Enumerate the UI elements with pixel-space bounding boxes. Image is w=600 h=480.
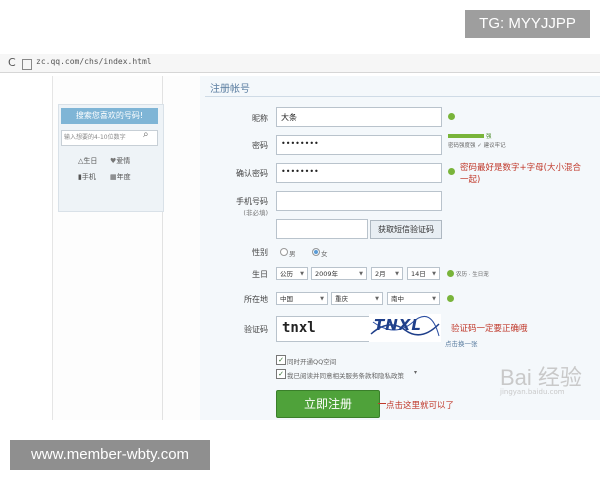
- filter-phone[interactable]: ▮手机: [78, 172, 96, 182]
- chevron-down-icon: ▼: [359, 271, 363, 277]
- agree-terms-label: 我已阅读并同意相关服务条款和隐私政策: [287, 372, 404, 380]
- page-icon: [22, 59, 32, 70]
- location-label: 所在地: [244, 295, 268, 304]
- filter-love[interactable]: ♥爱情: [110, 156, 130, 166]
- password-value: ••••••••: [281, 139, 319, 148]
- chevron-down-icon: ▼: [300, 271, 304, 277]
- gender-female-label: 女: [321, 250, 328, 258]
- filter-label: 年度: [116, 173, 131, 181]
- agree-terms-checkbox[interactable]: ✓: [276, 369, 286, 379]
- register-tip-annotation: 点击这里就可以了: [386, 401, 455, 411]
- chevron-down-icon: ▼: [432, 296, 436, 302]
- qzone-checkbox[interactable]: ✓: [276, 355, 286, 365]
- chevron-down-icon: ▼: [395, 271, 399, 277]
- website-watermark-label: www.member-wbty.com: [10, 440, 210, 470]
- get-sms-code-button[interactable]: 获取短信验证码: [370, 220, 442, 239]
- chevron-down-icon[interactable]: ▾: [414, 369, 417, 376]
- password-tip-annotation: 密码最好是数字+字母(大小混合一起): [460, 163, 581, 185]
- chevron-down-icon: ▼: [375, 296, 379, 302]
- valid-check-icon: [447, 295, 454, 302]
- phone-input[interactable]: [276, 191, 442, 211]
- valid-check-icon: [447, 270, 454, 277]
- gender-male-radio[interactable]: [280, 248, 288, 256]
- gender-female-radio[interactable]: [312, 248, 320, 256]
- select-value: 南中: [391, 295, 404, 303]
- password-label: 密码: [252, 141, 268, 150]
- refresh-icon[interactable]: C: [8, 56, 16, 69]
- valid-check-icon: [448, 168, 455, 175]
- strength-subtext: 密码强度强 ✓ 建议牢记: [448, 143, 506, 149]
- country-select[interactable]: 中国 ▼: [276, 292, 328, 305]
- calendar-icon: ▦: [110, 173, 117, 181]
- search-panel-title: 搜索您喜欢的号码!: [61, 108, 158, 124]
- section-divider: [205, 96, 600, 97]
- birthday-tip: 农历 · 生日宠: [456, 272, 489, 278]
- province-select[interactable]: 重庆 ▼: [331, 292, 383, 305]
- phone-sublabel: (非必填): [243, 209, 268, 217]
- filter-birthday[interactable]: △生日: [78, 156, 97, 166]
- sms-code-input[interactable]: [276, 219, 368, 239]
- filter-label: 手机: [81, 173, 96, 181]
- number-search-placeholder: 输入想要的4-10位数字: [64, 134, 126, 141]
- confirm-password-label: 确认密码: [236, 169, 268, 178]
- tg-watermark-label: TG: MYYJJPP: [465, 10, 590, 38]
- birth-day-select[interactable]: 14日 ▼: [407, 267, 440, 280]
- qzone-checkbox-label: 同时开通QQ空间: [287, 358, 337, 366]
- select-value: 中国: [280, 295, 293, 303]
- nickname-value: 大条: [281, 113, 297, 122]
- chevron-down-icon: ▼: [320, 296, 324, 302]
- filter-label: 爱情: [116, 157, 131, 165]
- select-value: 2月: [375, 270, 386, 278]
- valid-check-icon: [448, 113, 455, 120]
- filter-label: 生日: [83, 157, 98, 165]
- filter-year[interactable]: ▦年度: [110, 172, 131, 182]
- register-button[interactable]: 立即注册: [276, 390, 380, 418]
- select-value: 重庆: [335, 295, 348, 303]
- nickname-input[interactable]: [276, 107, 442, 127]
- strength-bar: [448, 134, 484, 138]
- birthday-label: 生日: [252, 270, 268, 279]
- captcha-image-text: TNXL: [374, 316, 422, 334]
- select-value: 公历: [280, 270, 293, 278]
- section-title: 注册帐号: [210, 84, 250, 95]
- select-value: 14日: [411, 270, 426, 278]
- captcha-refresh-link[interactable]: 点击换一张: [445, 338, 478, 348]
- city-select[interactable]: 南中 ▼: [387, 292, 440, 305]
- birth-month-select[interactable]: 2月 ▼: [371, 267, 403, 280]
- chevron-down-icon: ▼: [432, 271, 436, 277]
- birth-year-select[interactable]: 2009年 ▼: [311, 267, 367, 280]
- phone-label: 手机号码: [236, 197, 268, 206]
- nickname-label: 昵称: [252, 114, 268, 123]
- annotation-arrow: [378, 403, 386, 404]
- baidu-watermark-url: jingyan.baidu.com: [500, 388, 565, 396]
- confirm-password-value: ••••••••: [281, 167, 319, 176]
- captcha-tip-annotation: 验证码一定要正确哦: [451, 324, 528, 334]
- captcha-label: 验证码: [244, 325, 268, 334]
- gender-male-label: 男: [289, 250, 296, 258]
- gender-label: 性别: [252, 248, 268, 257]
- calendar-type-select[interactable]: 公历 ▼: [276, 267, 308, 280]
- url-text[interactable]: zc.qq.com/chs/index.html: [36, 57, 152, 66]
- captcha-value: tnxl: [282, 320, 316, 336]
- select-value: 2009年: [315, 270, 339, 278]
- strength-label: 强: [486, 134, 492, 140]
- search-icon[interactable]: ⌕: [143, 129, 149, 140]
